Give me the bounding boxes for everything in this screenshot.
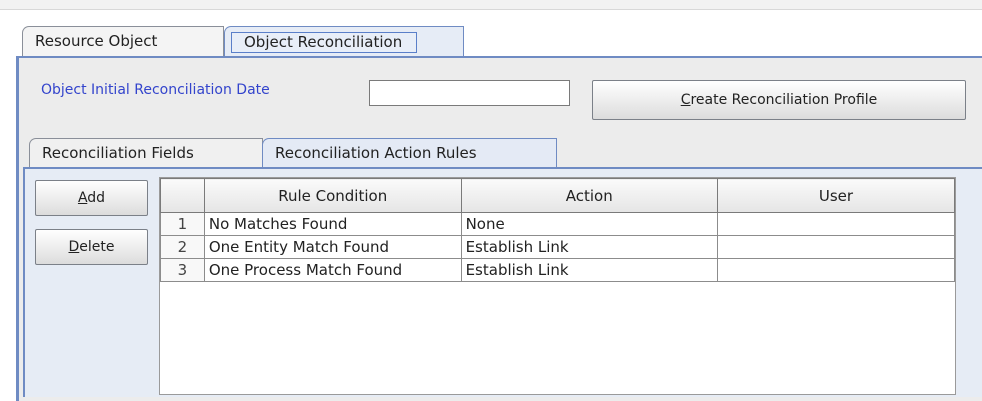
table-row[interactable]: 1 No Matches Found None [160, 212, 956, 236]
initial-reconciliation-date-input[interactable] [369, 80, 570, 106]
add-button[interactable]: Add [35, 180, 148, 216]
button-label: Delete [68, 239, 115, 255]
initial-reconciliation-date-label: Object Initial Reconciliation Date [41, 82, 270, 98]
user-cell[interactable] [716, 235, 956, 259]
create-reconciliation-profile-button[interactable]: Create Reconciliation Profile [592, 80, 966, 120]
rule-condition-cell[interactable]: One Process Match Found [203, 258, 462, 282]
action-rules-table: Rule Condition Action User 1 No Matches … [159, 177, 956, 395]
rule-condition-cell[interactable]: No Matches Found [203, 212, 462, 236]
tab-label: Resource Object [35, 32, 158, 50]
user-cell[interactable] [716, 212, 956, 236]
table-row[interactable]: 2 One Entity Match Found Establish Link [160, 235, 956, 259]
window-top-strip [0, 0, 982, 10]
tab-reconciliation-fields[interactable]: Reconciliation Fields [29, 138, 263, 168]
row-number: 1 [160, 212, 205, 236]
tab-reconciliation-action-rules[interactable]: Reconciliation Action Rules [262, 138, 557, 168]
table-row[interactable]: 3 One Process Match Found Establish Link [160, 258, 956, 282]
button-label: Create Reconciliation Profile [680, 92, 878, 108]
row-number: 3 [160, 258, 205, 282]
action-cell[interactable]: Establish Link [460, 258, 718, 282]
rule-condition-header[interactable]: Rule Condition [203, 178, 462, 213]
action-header[interactable]: Action [460, 178, 718, 213]
action-cell[interactable]: Establish Link [460, 235, 718, 259]
tab-label: Reconciliation Action Rules [275, 144, 477, 162]
delete-button[interactable]: Delete [35, 229, 148, 265]
rules-grid: Rule Condition Action User 1 No Matches … [160, 178, 956, 282]
user-header[interactable]: User [716, 178, 956, 213]
tab-label: Object Reconciliation [231, 32, 418, 53]
action-cell[interactable]: None [460, 212, 718, 236]
tab-resource-object[interactable]: Resource Object [22, 26, 224, 57]
rule-condition-cell[interactable]: One Entity Match Found [203, 235, 462, 259]
row-number-header[interactable] [160, 178, 205, 213]
tab-label: Reconciliation Fields [42, 144, 194, 162]
button-label: Add [77, 190, 106, 206]
tab-object-reconciliation[interactable]: Object Reconciliation [224, 26, 464, 57]
table-header-row: Rule Condition Action User [160, 178, 956, 213]
row-number: 2 [160, 235, 205, 259]
user-cell[interactable] [716, 258, 956, 282]
